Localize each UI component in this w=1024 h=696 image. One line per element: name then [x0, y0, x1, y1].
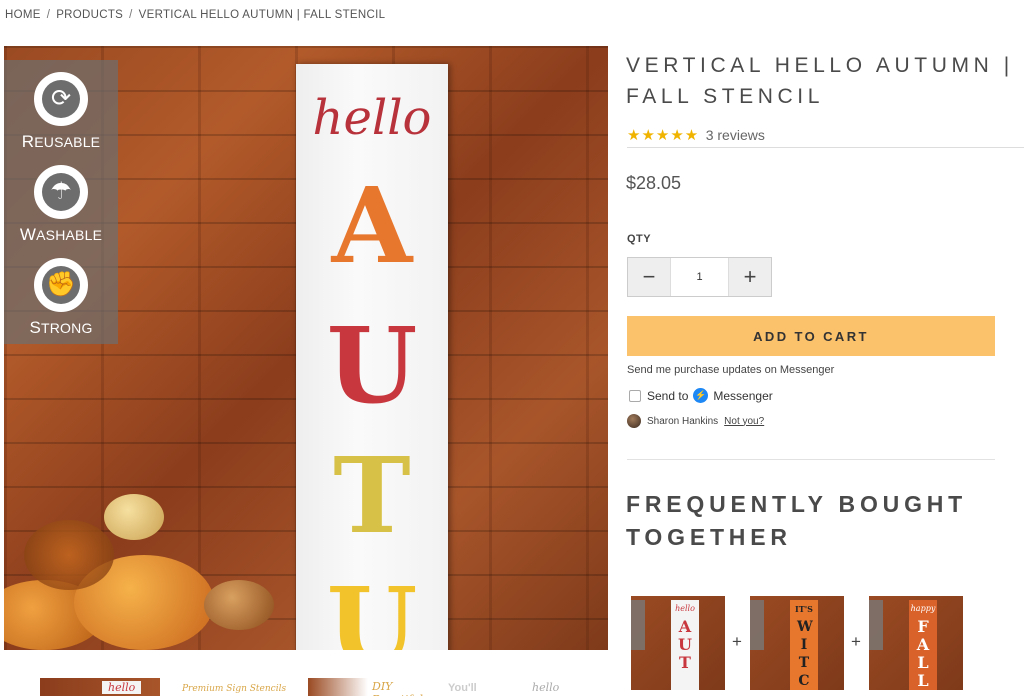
breadcrumb-current: VERTICAL HELLO AUTUMN | FALL STENCIL	[138, 9, 386, 21]
badge-label: TRONG	[40, 320, 93, 336]
product-price: $28.05	[626, 173, 682, 193]
sign-letter: U	[326, 304, 418, 427]
recycle-icon: ⟳	[34, 72, 88, 126]
thumbnail-text: hello	[102, 681, 142, 694]
breadcrumb-separator: /	[129, 9, 133, 21]
badge-label-cap: W	[19, 225, 37, 244]
thumbnail[interactable]: hello	[532, 678, 572, 696]
product-title: VERTICAL HELLO AUTUMN | FALL STENCIL	[626, 54, 1014, 108]
fbt-item-letters: FALL	[916, 617, 930, 690]
messenger-user: Sharon Hankins Not you?	[627, 414, 764, 428]
breadcrumb: HOME / PRODUCTS / VERTICAL HELLO AUTUMN | FA…	[5, 9, 385, 21]
fbt-item-letters: WITCH	[797, 619, 813, 689]
qty-increase-button[interactable]: +	[729, 258, 771, 296]
pumpkin-decor	[4, 450, 294, 650]
user-name: Sharon Hankins	[647, 415, 719, 427]
breadcrumb-separator: /	[46, 9, 51, 21]
star-rating-icon: ★★★★★	[627, 127, 700, 144]
messenger-optin: Send to ⚡ Messenger	[629, 388, 773, 403]
thumbnail-strip: hello Premium Sign Stencils DIY Beautifu…	[40, 676, 600, 696]
frequently-bought-title: FREQUENTLY BOUGHT TOGETHER	[626, 491, 968, 550]
badge-label: ASHABLE	[36, 227, 103, 243]
fbt-item-word: IT'S	[795, 604, 813, 614]
product-rating[interactable]: ★★★★★ 3 reviews	[627, 126, 1024, 148]
thumbnail[interactable]: hello	[40, 678, 160, 696]
send-to-label: Send to	[647, 388, 689, 403]
divider	[627, 459, 995, 460]
sign-letter: U	[326, 564, 418, 650]
breadcrumb-products-link[interactable]: PRODUCTS	[56, 9, 123, 21]
thumbnail[interactable]: You'll	[448, 678, 508, 696]
messenger-label: Messenger	[713, 388, 773, 403]
badge-reusable: ⟳ REUSABLE	[4, 72, 118, 152]
messenger-note: Send me purchase updates on Messenger	[627, 364, 835, 376]
badge-label: EUSABLE	[34, 134, 101, 150]
fbt-item-witch[interactable]: IT'S WITCH	[750, 596, 844, 690]
fbt-plus: +	[851, 632, 861, 651]
thumbnail-text: hello	[532, 681, 560, 694]
qty-label: QTY	[627, 233, 652, 245]
fbt-item-word: happy	[910, 604, 936, 613]
sign-script-text: hello	[312, 90, 432, 146]
feature-badges: ⟳ REUSABLE ☂ WASHABLE ✊ STRONG	[4, 60, 118, 344]
sign-letter: A	[331, 164, 413, 287]
quantity-stepper: − 1 +	[627, 257, 772, 297]
thumbnail[interactable]: DIY Beautiful	[308, 678, 428, 696]
muscle-icon: ✊	[34, 258, 88, 312]
qty-input[interactable]: 1	[670, 258, 729, 296]
badge-washable: ☂ WASHABLE	[4, 165, 118, 245]
qty-decrease-button[interactable]: −	[628, 258, 670, 296]
add-to-cart-button[interactable]: ADD TO CART	[627, 316, 995, 356]
thumbnail[interactable]: Premium Sign Stencils	[182, 678, 292, 696]
thumbnail-text: You'll	[448, 682, 477, 694]
thumbnail-text: DIY Beautiful	[372, 680, 423, 696]
fbt-item-letters: AUT	[678, 617, 692, 672]
sign-letter: T	[333, 434, 411, 557]
not-you-link[interactable]: Not you?	[724, 416, 764, 427]
breadcrumb-home-link[interactable]: HOME	[5, 9, 41, 21]
messenger-icon: ⚡	[693, 388, 709, 403]
fbt-item-happy-fall[interactable]: happy FALL	[869, 596, 963, 690]
wash-icon: ☂	[34, 165, 88, 219]
reviews-link[interactable]: 3 reviews	[706, 127, 765, 143]
avatar	[627, 414, 641, 428]
send-to-messenger-checkbox[interactable]	[629, 389, 641, 402]
thumbnail-text: Premium Sign Stencils	[182, 684, 287, 694]
badge-strong: ✊ STRONG	[4, 258, 118, 338]
fbt-item-hello-autumn[interactable]: hello AUT	[631, 596, 725, 690]
main-product-image[interactable]: ⟳ REUSABLE ☂ WASHABLE ✊ STRONG hello A U…	[4, 46, 608, 650]
fbt-plus: +	[732, 632, 742, 651]
badge-label-cap: R	[21, 132, 35, 151]
wooden-sign: hello A U T U	[296, 64, 448, 650]
badge-label-cap: S	[29, 318, 41, 337]
fbt-item-word: hello	[675, 604, 695, 613]
